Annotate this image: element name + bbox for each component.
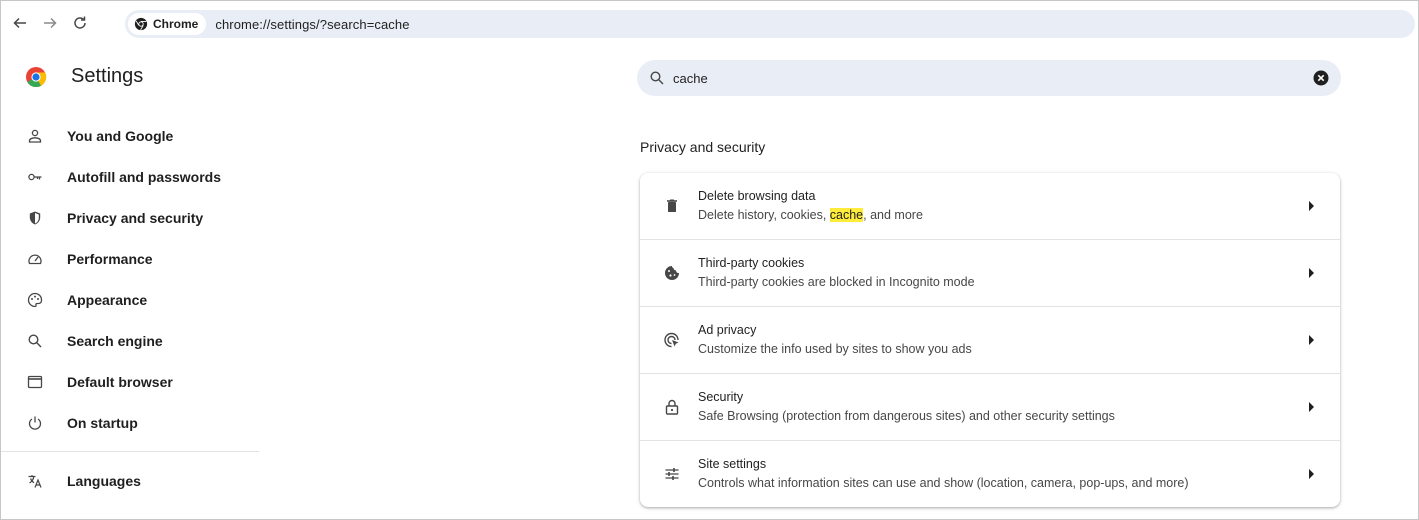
row-security[interactable]: Security Safe Browsing (protection from … — [640, 373, 1340, 440]
row-title: Security — [698, 390, 744, 404]
person-icon — [25, 126, 45, 146]
sidebar-item-performance[interactable]: Performance — [1, 238, 261, 279]
sidebar-item-label: On startup — [67, 414, 138, 431]
chrome-logo-icon — [134, 17, 148, 31]
sidebar-item-label: Languages — [67, 472, 141, 489]
site-chip-label: Chrome — [153, 17, 199, 31]
sidebar-item-appearance[interactable]: Appearance — [1, 279, 261, 320]
ad-privacy-icon — [662, 330, 682, 350]
sidebar-item-languages[interactable]: Languages — [1, 460, 261, 501]
row-subtitle: Delete history, cookies, cache, and more — [698, 207, 923, 224]
row-subtitle: Customize the info used by sites to show… — [698, 342, 972, 356]
search-icon — [650, 71, 664, 85]
forward-button[interactable] — [37, 10, 63, 36]
browser-window-icon — [25, 372, 45, 392]
sidebar-item-label: You and Google — [67, 127, 174, 144]
row-ad-privacy[interactable]: Ad privacy Customize the info used by si… — [640, 306, 1340, 373]
power-icon — [25, 413, 45, 433]
sidebar: You and Google Autofill and passwords Pr… — [1, 115, 261, 501]
sidebar-item-label: Performance — [67, 250, 153, 267]
sidebar-item-search-engine[interactable]: Search engine — [1, 320, 261, 361]
row-third-party-cookies[interactable]: Third-party cookies Third-party cookies … — [640, 239, 1340, 306]
privacy-results-card: Delete browsing data Delete history, coo… — [640, 173, 1340, 507]
sidebar-item-on-startup[interactable]: On startup — [1, 402, 261, 443]
address-bar[interactable]: Chrome chrome://settings/?search=cache — [125, 10, 1415, 38]
translate-icon — [25, 471, 45, 491]
settings-search-box[interactable] — [637, 60, 1341, 96]
clear-search-icon[interactable] — [1313, 70, 1329, 86]
chevron-right-icon — [1309, 201, 1314, 211]
back-button[interactable] — [7, 10, 33, 36]
row-subtitle: Safe Browsing (protection from dangerous… — [698, 409, 1115, 423]
sidebar-item-label: Privacy and security — [67, 209, 204, 226]
settings-header: Settings — [25, 65, 143, 88]
speedometer-icon — [25, 249, 45, 269]
sidebar-item-privacy[interactable]: Privacy and security — [1, 197, 261, 238]
back-arrow-icon — [13, 17, 26, 29]
sidebar-divider — [1, 451, 259, 452]
lock-icon — [662, 397, 682, 417]
sidebar-item-autofill[interactable]: Autofill and passwords — [1, 156, 261, 197]
forward-arrow-icon — [44, 17, 57, 29]
row-subtitle: Third-party cookies are blocked in Incog… — [698, 275, 975, 289]
shield-icon — [25, 208, 45, 228]
row-title: Third-party cookies — [698, 256, 805, 270]
key-icon — [25, 167, 45, 187]
site-chip[interactable]: Chrome — [128, 13, 207, 35]
browser-toolbar: Chrome chrome://settings/?search=cache — [1, 1, 1418, 45]
sidebar-item-label: Autofill and passwords — [67, 168, 222, 185]
sidebar-item-you-and-google[interactable]: You and Google — [1, 115, 261, 156]
row-title: Site settings — [698, 457, 767, 471]
search-highlight: cache — [829, 208, 864, 222]
row-delete-browsing-data[interactable]: Delete browsing data Delete history, coo… — [640, 173, 1340, 239]
reload-icon — [74, 16, 86, 29]
search-input[interactable] — [671, 69, 1315, 87]
url-text: chrome://settings/?search=cache — [215, 16, 410, 32]
chevron-right-icon — [1309, 268, 1314, 278]
sidebar-item-label: Appearance — [67, 291, 148, 308]
sliders-icon — [662, 464, 682, 484]
sidebar-item-label: Search engine — [67, 332, 163, 349]
sidebar-item-default-browser[interactable]: Default browser — [1, 361, 261, 402]
search-icon — [25, 331, 45, 351]
chevron-right-icon — [1309, 469, 1314, 479]
chrome-logo-icon — [26, 66, 47, 87]
page-title: Settings — [71, 65, 144, 87]
palette-icon — [25, 290, 45, 310]
row-site-settings[interactable]: Site settings Controls what information … — [640, 440, 1340, 507]
sidebar-item-label: Default browser — [67, 373, 173, 390]
row-subtitle: Controls what information sites can use … — [698, 476, 1189, 490]
section-title: Privacy and security — [640, 139, 766, 155]
row-subtitle-part: , and more — [863, 208, 923, 222]
cookie-icon — [662, 263, 682, 283]
chevron-right-icon — [1309, 402, 1314, 412]
trash-icon — [662, 196, 682, 216]
reload-button[interactable] — [67, 10, 93, 36]
chevron-right-icon — [1309, 335, 1314, 345]
row-title: Delete browsing data — [698, 189, 816, 203]
row-subtitle-part: Delete history, cookies, — [698, 208, 830, 222]
row-title: Ad privacy — [698, 323, 757, 337]
